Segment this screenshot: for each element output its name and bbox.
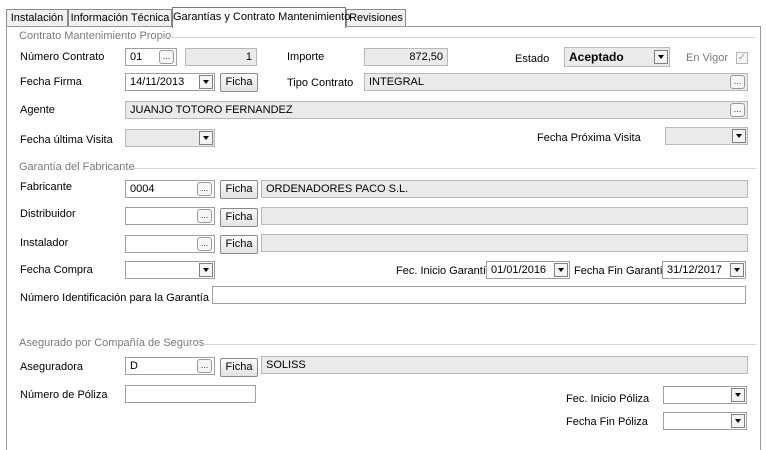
fabricante-name-field[interactable]: ORDENADORES PACO S.L. (261, 180, 748, 198)
aseguradora-code-field[interactable]: D ... (125, 357, 215, 375)
chevron-down-icon[interactable] (732, 129, 746, 143)
numero-serie-ellipsis-button[interactable]: ... (159, 50, 174, 64)
agente-value: JUANJO TOTORO FERNANDEZ (130, 104, 293, 116)
fecha-ultima-visita-select[interactable] (125, 129, 215, 147)
aseguradora-name-field[interactable]: SOLISS (261, 356, 748, 374)
instalador-label: Instalador (20, 237, 69, 249)
fecha-fin-garantia-value: 31/12/2017 (667, 264, 723, 276)
chevron-down-icon[interactable] (199, 263, 213, 277)
estado-select[interactable]: Aceptado (564, 47, 670, 67)
distribuidor-label: Distribuidor (20, 208, 76, 220)
chevron-down-icon[interactable] (199, 75, 213, 89)
fecha-proxima-visita-label: Fecha Próxima Visita (537, 132, 641, 144)
distribuidor-code-field[interactable]: ... (125, 207, 215, 225)
distribuidor-ellipsis-button[interactable]: ... (197, 209, 212, 223)
fecha-fin-poliza-label: Fecha Fin Póliza (566, 416, 648, 428)
fabricante-ficha-button[interactable]: Ficha (220, 180, 258, 199)
tipo-contrato-label: Tipo Contrato (287, 77, 354, 89)
distribuidor-ficha-button[interactable]: Ficha (220, 208, 258, 227)
section-divider (128, 168, 756, 169)
fecha-firma-label: Fecha Firma (20, 76, 82, 88)
numero-contrato-field[interactable]: 1 (185, 48, 257, 66)
fecha-inicio-garantia-value: 01/01/2016 (491, 264, 547, 276)
importe-label: Importe (287, 51, 325, 63)
chevron-down-icon[interactable] (554, 263, 568, 277)
fecha-proxima-visita-select[interactable] (665, 127, 748, 145)
estado-label: Estado (515, 53, 550, 65)
estado-value: Aceptado (569, 50, 624, 64)
section-garantia-title: Garantía del Fabricante (19, 161, 135, 173)
fecha-firma-select[interactable]: 14/11/2013 (125, 73, 215, 91)
en-vigor-label: En Vigor (686, 52, 728, 64)
fecha-inicio-poliza-label: Fec. Inicio Póliza (566, 393, 650, 405)
aseguradora-label: Aseguradora (20, 361, 83, 373)
aseguradora-ellipsis-button[interactable]: ... (197, 359, 212, 373)
fabricante-ellipsis-button[interactable]: ... (197, 182, 212, 196)
instalador-ficha-button[interactable]: Ficha (220, 235, 258, 254)
numero-poliza-field[interactable] (125, 385, 256, 403)
fecha-compra-select[interactable] (125, 261, 215, 279)
fecha-firma-ficha-button[interactable]: Ficha (220, 73, 258, 92)
fecha-ultima-visita-label: Fecha última Visita (20, 134, 113, 146)
tipo-contrato-field[interactable]: INTEGRAL ... (364, 73, 748, 91)
instalador-ellipsis-button[interactable]: ... (197, 237, 212, 251)
chevron-down-icon[interactable] (199, 131, 213, 145)
fecha-inicio-garantia-select[interactable]: 01/01/2016 (486, 261, 570, 279)
fecha-fin-garantia-label: Fecha Fin Garantía (574, 265, 669, 277)
fabricante-label: Fabricante (20, 181, 72, 193)
fecha-fin-garantia-select[interactable]: 31/12/2017 (662, 261, 746, 279)
chevron-down-icon[interactable] (730, 263, 744, 277)
fecha-inicio-garantia-label: Fec. Inicio Garantía (396, 265, 492, 277)
section-divider (188, 344, 756, 345)
en-vigor-checkbox[interactable]: ✓ (736, 52, 748, 64)
tab-garantias-contrato[interactable]: Garantías y Contrato Mantenimiento (172, 7, 350, 28)
fecha-compra-label: Fecha Compra (20, 264, 93, 276)
numero-identificacion-field[interactable] (212, 286, 746, 304)
tab-informacion-tecnica[interactable]: Información Técnica (68, 9, 172, 26)
numero-identificacion-label: Número Identificación para la Garantía (20, 292, 209, 304)
agente-ellipsis-button[interactable]: ... (730, 103, 745, 117)
instalador-code-field[interactable]: ... (125, 235, 215, 253)
aseguradora-ficha-button[interactable]: Ficha (220, 358, 258, 377)
chevron-down-icon[interactable] (654, 50, 668, 64)
tab-instalacion[interactable]: Instalación (6, 9, 68, 26)
fecha-firma-value: 14/11/2013 (130, 76, 185, 88)
numero-poliza-label: Número de Póliza (20, 389, 108, 401)
aseguradora-code-value: D (130, 360, 138, 372)
agente-field[interactable]: JUANJO TOTORO FERNANDEZ ... (125, 101, 748, 119)
distribuidor-name-field[interactable] (261, 207, 748, 225)
chevron-down-icon[interactable] (731, 414, 745, 428)
section-aseguradora-title: Asegurado por Compañía de Seguros (19, 337, 205, 349)
section-contrato-title: Contrato Mantenimiento Propio (19, 30, 172, 42)
fabricante-code-field[interactable]: 0004 ... (125, 180, 215, 198)
fecha-fin-poliza-select[interactable] (663, 412, 747, 430)
check-icon: ✓ (737, 52, 747, 63)
instalador-name-field[interactable] (261, 234, 748, 252)
importe-field[interactable]: 872,50 (364, 48, 448, 66)
fabricante-code-value: 0004 (130, 183, 155, 195)
chevron-down-icon[interactable] (731, 388, 745, 402)
numero-serie-field[interactable]: 01 ... (125, 48, 177, 66)
tipo-contrato-value: INTEGRAL (369, 76, 425, 88)
numero-contrato-label: Número Contrato (20, 51, 105, 63)
section-divider (160, 37, 756, 38)
tipo-contrato-ellipsis-button[interactable]: ... (730, 75, 745, 89)
tab-revisiones[interactable]: Revisiones (346, 9, 406, 26)
numero-serie-value: 01 (130, 51, 143, 63)
agente-label: Agente (20, 104, 55, 116)
fecha-inicio-poliza-select[interactable] (663, 386, 747, 404)
